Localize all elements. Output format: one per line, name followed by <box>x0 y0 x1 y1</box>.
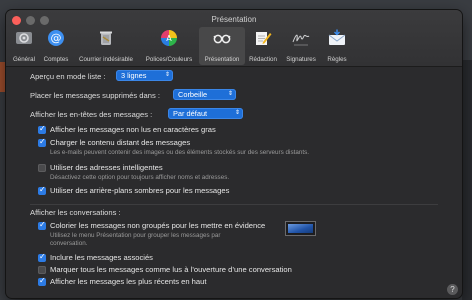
unread-bold-label: Afficher les messages non lus en caractè… <box>50 125 216 134</box>
tab-general[interactable]: Général <box>9 27 39 65</box>
tab-accounts[interactable]: @ Comptes <box>40 27 72 65</box>
smart-addresses-checkbox[interactable] <box>38 164 46 172</box>
tab-junk-mail[interactable]: Courrier indésirable <box>73 27 139 65</box>
svg-text:@: @ <box>51 32 62 45</box>
rules-mail-icon <box>328 29 346 45</box>
list-preview-label: Aperçu en mode liste : <box>30 72 106 81</box>
deleted-messages-label: Placer les messages supprimés dans : <box>30 91 160 100</box>
background-app-edge <box>462 60 472 300</box>
at-icon: @ <box>48 30 64 46</box>
signature-icon <box>292 34 310 46</box>
glasses-icon <box>213 34 231 44</box>
preferences-toolbar: Général @ Comptes Courrier indésirable A… <box>6 26 462 66</box>
list-preview-popup[interactable]: 3 lignes ⇕ <box>116 70 173 81</box>
headers-label: Afficher les en-têtes des messages : <box>30 110 153 119</box>
list-preview-value: 3 lignes <box>121 71 147 80</box>
gear-icon <box>16 32 32 44</box>
tab-viewing[interactable]: Présentation <box>199 27 245 65</box>
tab-composing[interactable]: Rédaction <box>246 27 280 65</box>
smart-addresses-note: Désactivez cette option pour toujours af… <box>50 174 230 181</box>
mark-all-read-checkbox[interactable] <box>38 266 46 274</box>
window-title: Présentation <box>211 15 257 24</box>
tab-fonts-colors[interactable]: A Polices/Couleurs <box>141 27 197 65</box>
remote-content-label: Charger le contenu distant des messages <box>50 138 191 147</box>
deleted-mailbox-popup[interactable]: Corbeille ⇕ <box>173 89 236 100</box>
popup-arrows-icon: ⇕ <box>164 72 170 78</box>
section-divider <box>30 204 438 205</box>
mark-all-read-label: Marquer tous les messages comme lus à l’… <box>50 265 292 274</box>
headers-value: Par défaut <box>173 109 208 118</box>
tab-rules[interactable]: Règles <box>321 27 353 65</box>
tab-signatures[interactable]: Signatures <box>282 27 320 65</box>
recent-on-top-label: Afficher les messages les plus récents e… <box>50 277 207 286</box>
color-swatch <box>288 224 313 233</box>
dark-backgrounds-label: Utiliser des arrière-plans sombres pour … <box>50 186 230 195</box>
dark-backgrounds-checkbox[interactable] <box>38 185 46 195</box>
color-ungrouped-label: Colorier les messages non groupés pour l… <box>50 221 266 230</box>
remote-content-note: Les e-mails peuvent contenir des images … <box>50 149 309 156</box>
popup-arrows-icon: ⇕ <box>234 110 240 116</box>
conversations-heading: Afficher les conversations : <box>30 208 121 217</box>
include-related-label: Inclure les messages associés <box>50 253 153 262</box>
highlight-color-well[interactable] <box>285 221 316 236</box>
viewing-settings-pane: Aperçu en mode liste : 3 lignes ⇕ Placer… <box>6 67 462 298</box>
include-related-checkbox[interactable] <box>38 252 46 262</box>
preferences-window: Présentation Général @ Comptes Courrier … <box>6 10 462 298</box>
remote-content-checkbox[interactable] <box>38 137 46 147</box>
trash-icon <box>100 31 112 45</box>
smart-addresses-label: Utiliser des adresses intelligentes <box>50 163 163 172</box>
color-ungrouped-note-2: conversation. <box>50 240 88 247</box>
headers-popup[interactable]: Par défaut ⇕ <box>168 108 243 119</box>
color-wheel-icon: A <box>161 30 177 46</box>
recent-on-top-checkbox[interactable] <box>38 276 46 286</box>
popup-arrows-icon: ⇕ <box>227 91 233 97</box>
unread-bold-checkbox[interactable] <box>38 124 46 134</box>
svg-text:A: A <box>166 34 172 43</box>
deleted-mailbox-value: Corbeille <box>178 90 208 99</box>
color-ungrouped-checkbox[interactable] <box>38 220 46 230</box>
compose-icon <box>256 32 272 45</box>
help-button[interactable]: ? <box>447 284 458 295</box>
color-ungrouped-note: Utilisez le menu Présentation pour group… <box>50 232 221 239</box>
titlebar: Présentation Général @ Comptes Courrier … <box>6 10 462 67</box>
